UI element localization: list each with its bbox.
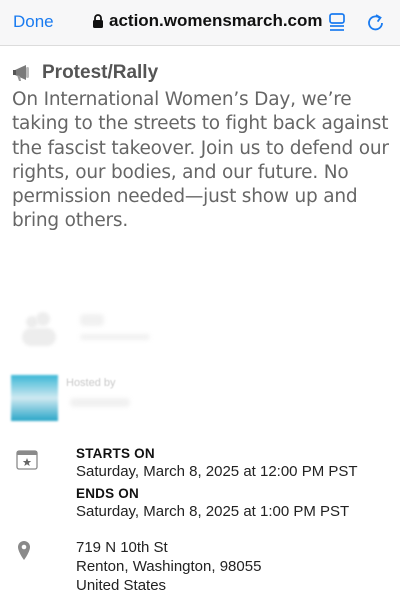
attendees-placeholder — [22, 312, 162, 352]
address-line3: United States — [76, 577, 167, 594]
megaphone-icon — [12, 63, 36, 83]
browser-toolbar: Done action.womensmarch.com — [0, 0, 400, 46]
address-bar[interactable]: action.womensmarch.com — [92, 11, 323, 31]
host-name-placeholder — [70, 398, 130, 407]
address-line1: 719 N 10th St — [76, 539, 168, 556]
reload-icon[interactable] — [366, 12, 386, 39]
ends-value: Saturday, March 8, 2025 at 1:00 PM PST — [76, 503, 350, 520]
host-avatar[interactable] — [11, 375, 58, 421]
calendar-icon — [16, 448, 38, 475]
event-address[interactable]: 719 N 10th St Renton, Washington, 98055 … — [76, 538, 261, 595]
location-pin-icon — [17, 540, 31, 567]
done-button[interactable]: Done — [13, 12, 54, 32]
lock-icon — [92, 13, 104, 29]
event-dates: STARTS ON Saturday, March 8, 2025 at 12:… — [76, 446, 358, 526]
event-description: On International Women’s Day, we’re taki… — [12, 89, 389, 232]
url-text: action.womensmarch.com — [109, 11, 323, 30]
hosted-by-label: Hosted by — [66, 377, 116, 389]
ends-label: ENDS ON — [76, 486, 139, 501]
reader-view-icon[interactable] — [328, 12, 346, 37]
event-content: Protest/Rally On International Women’s D… — [12, 62, 392, 234]
starts-label: STARTS ON — [76, 446, 155, 461]
event-title-row: Protest/Rally — [12, 62, 392, 84]
event-title: Protest/Rally — [42, 62, 159, 83]
starts-value: Saturday, March 8, 2025 at 12:00 PM PST — [76, 463, 358, 480]
address-line2: Renton, Washington, 98055 — [76, 558, 262, 575]
